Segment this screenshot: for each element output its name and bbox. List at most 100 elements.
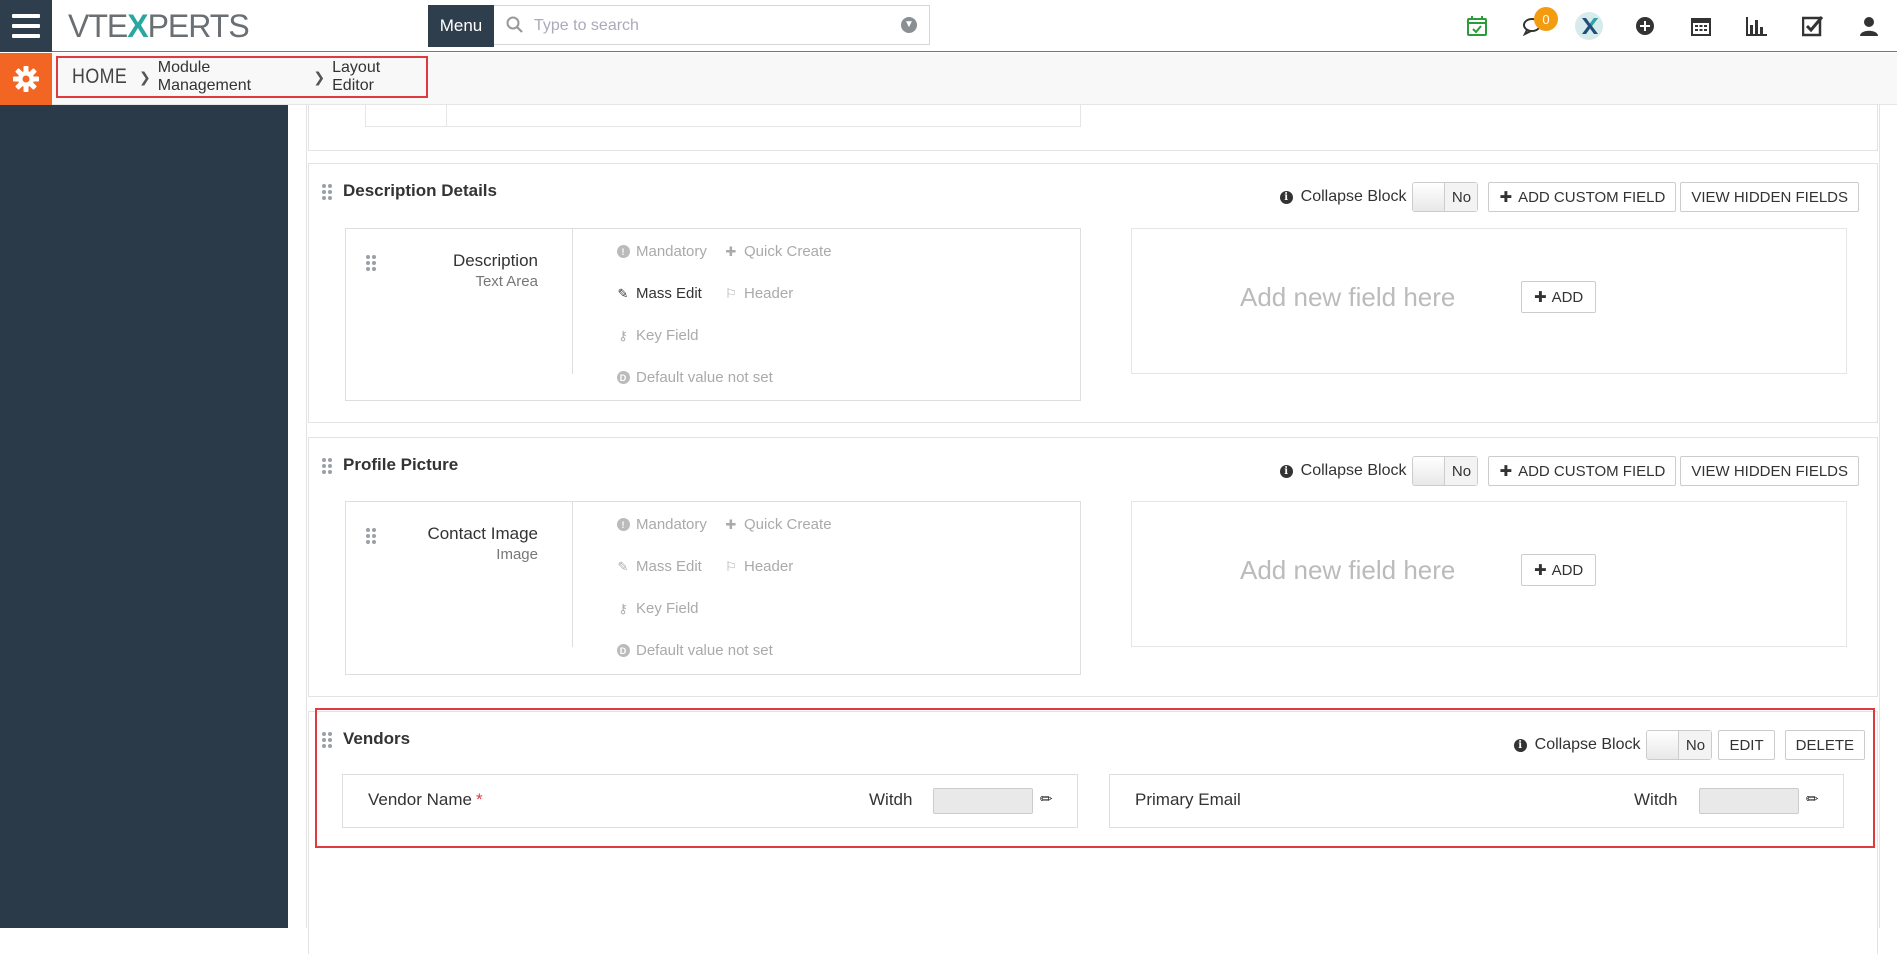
bar-chart-icon[interactable] — [1729, 0, 1785, 52]
field-row-primary-email: Primary Email Witdh ✏ — [1109, 774, 1844, 828]
mandatory-option[interactable]: ! Mandatory — [615, 243, 707, 260]
default-value-option[interactable]: D Default value not set — [615, 369, 773, 386]
header-option[interactable]: ⚐ Header — [723, 285, 793, 302]
plus-icon: ✚ — [1499, 189, 1513, 206]
drag-handle-icon[interactable] — [322, 732, 332, 748]
key-icon: ⚷ — [618, 327, 628, 343]
breadcrumb: HOME ❯ Module Management ❯ Layout Editor — [56, 56, 428, 98]
view-hidden-fields-button[interactable]: VIEW HIDDEN FIELDS — [1680, 182, 1859, 212]
previous-block — [308, 105, 1878, 151]
field-row-vendor-name: Vendor Name * Witdh ✏ — [342, 774, 1078, 828]
width-input[interactable] — [1699, 788, 1799, 814]
collapse-block-label: Collapse Block — [1300, 462, 1407, 479]
block-title: Profile Picture — [343, 455, 459, 474]
field-card-contact-image: Contact Image Image ! Mandatory ✚ Quick Cr… — [345, 501, 1081, 675]
vtexperts-x-icon[interactable] — [1561, 0, 1617, 52]
plus-icon: ✚ — [725, 243, 737, 259]
plus-icon: ✚ — [1534, 289, 1547, 306]
default-value-icon: D — [616, 644, 630, 657]
breadcrumb-module-management[interactable]: Module Management — [158, 59, 308, 95]
required-marker: * — [475, 790, 483, 809]
key-field-option[interactable]: ⚷ Key Field — [615, 327, 698, 344]
chevron-right-icon: ❯ — [313, 68, 326, 85]
block-profile-picture: Profile Picture i Collapse Block No ✚ ADD… — [308, 437, 1878, 697]
vtexperts-logo[interactable]: VTEXPERTS — [68, 8, 250, 45]
top-navbar: VTEXPERTS Menu ▼ 0 — [0, 0, 1897, 52]
width-label: Witdh — [869, 790, 913, 809]
add-custom-field-button[interactable]: ✚ ADD CUSTOM FIELD — [1488, 456, 1677, 486]
field-name: Contact Image — [427, 524, 538, 543]
field-card-left: Contact Image Image — [346, 502, 573, 647]
chat-icon[interactable]: 0 — [1505, 0, 1561, 52]
mass-edit-icon: ✎ — [617, 558, 629, 574]
block-actions: i Collapse Block No ✚ ADD CUSTOM FIELD VI… — [1279, 456, 1859, 486]
collapse-block-toggle[interactable]: No — [1412, 456, 1479, 486]
breadcrumb-home[interactable]: HOME — [72, 65, 127, 89]
key-icon: ⚷ — [618, 600, 628, 616]
add-new-field-dropzone[interactable]: Add new field here ✚ ADD — [1131, 501, 1847, 647]
search-input[interactable] — [532, 14, 876, 38]
user-icon[interactable] — [1841, 0, 1897, 52]
plus-circle-icon[interactable] — [1617, 0, 1673, 52]
delete-block-button[interactable]: DELETE — [1784, 730, 1865, 760]
block-actions: i Collapse Block No EDIT DELETE — [1513, 730, 1865, 760]
quick-create-option[interactable]: ✚ Quick Create — [723, 516, 832, 533]
collapse-block-label: Collapse Block — [1300, 188, 1407, 205]
menu-button[interactable]: Menu — [428, 5, 494, 47]
plus-icon: ✚ — [1499, 463, 1513, 480]
info-icon: i — [1279, 190, 1293, 204]
field-label: Vendor Name * — [368, 790, 483, 809]
add-new-field-text: Add new field here — [1240, 282, 1456, 312]
field-type: Text Area — [475, 273, 538, 290]
settings-gear-icon[interactable] — [0, 53, 52, 105]
collapse-block-label: Collapse Block — [1534, 736, 1641, 753]
drag-handle-icon[interactable] — [322, 184, 332, 200]
add-new-field-dropzone[interactable]: Add new field here ✚ ADD — [1131, 228, 1847, 374]
top-icon-bar: 0 — [1449, 0, 1897, 52]
mandatory-option[interactable]: ! Mandatory — [615, 516, 707, 533]
mass-edit-option[interactable]: ✎ Mass Edit — [615, 558, 702, 575]
block-title: Description Details — [343, 181, 497, 200]
chevron-down-icon[interactable]: ▼ — [901, 17, 917, 33]
pencil-icon[interactable]: ✏ — [1806, 790, 1819, 808]
field-name: Description — [452, 251, 538, 270]
plus-icon: ✚ — [1534, 562, 1547, 579]
quick-create-option[interactable]: ✚ Quick Create — [723, 243, 832, 260]
field-card-description: Description Text Area ! Mandatory ✚ Quick … — [345, 228, 1081, 401]
pencil-icon[interactable]: ✏ — [1040, 790, 1053, 808]
drag-handle-icon[interactable] — [366, 255, 376, 271]
calendar-icon[interactable] — [1673, 0, 1729, 52]
hamburger-menu-icon[interactable] — [0, 0, 52, 52]
add-custom-field-button[interactable]: ✚ ADD CUSTOM FIELD — [1488, 182, 1677, 212]
key-field-option[interactable]: ⚷ Key Field — [615, 600, 698, 617]
previous-block-field — [365, 105, 1081, 127]
add-field-button[interactable]: ✚ ADD — [1521, 554, 1597, 586]
add-new-field-text: Add new field here — [1240, 555, 1456, 585]
edit-block-button[interactable]: EDIT — [1718, 730, 1775, 760]
search-icon — [506, 16, 523, 33]
width-label: Witdh — [1634, 790, 1678, 809]
flag-icon: ⚐ — [725, 558, 737, 574]
default-value-option[interactable]: D Default value not set — [615, 642, 773, 659]
block-description-details: Description Details i Collapse Block No … — [308, 163, 1878, 423]
sidebar — [0, 105, 288, 928]
exclamation-icon: ! — [616, 245, 630, 258]
info-icon: i — [1513, 738, 1527, 752]
drag-handle-icon[interactable] — [322, 458, 332, 474]
calendar-check-icon[interactable] — [1449, 0, 1505, 52]
collapse-block-toggle[interactable]: No — [1412, 182, 1479, 212]
collapse-block-toggle[interactable]: No — [1646, 730, 1713, 760]
width-input[interactable] — [933, 788, 1033, 814]
drag-handle-icon[interactable] — [366, 528, 376, 544]
exclamation-icon: ! — [616, 518, 630, 531]
add-field-button[interactable]: ✚ ADD — [1521, 281, 1597, 313]
block-vendors: Vendors i Collapse Block No EDIT DELETE — [308, 711, 1878, 954]
chevron-right-icon: ❯ — [139, 68, 151, 85]
checkbox-icon[interactable] — [1785, 0, 1841, 52]
chat-count-badge: 0 — [1534, 7, 1558, 31]
view-hidden-fields-button[interactable]: VIEW HIDDEN FIELDS — [1680, 456, 1859, 486]
field-type: Image — [496, 546, 538, 563]
header-option[interactable]: ⚐ Header — [723, 558, 793, 575]
mass-edit-option[interactable]: ✎ Mass Edit — [615, 285, 702, 302]
flag-icon: ⚐ — [725, 285, 737, 301]
